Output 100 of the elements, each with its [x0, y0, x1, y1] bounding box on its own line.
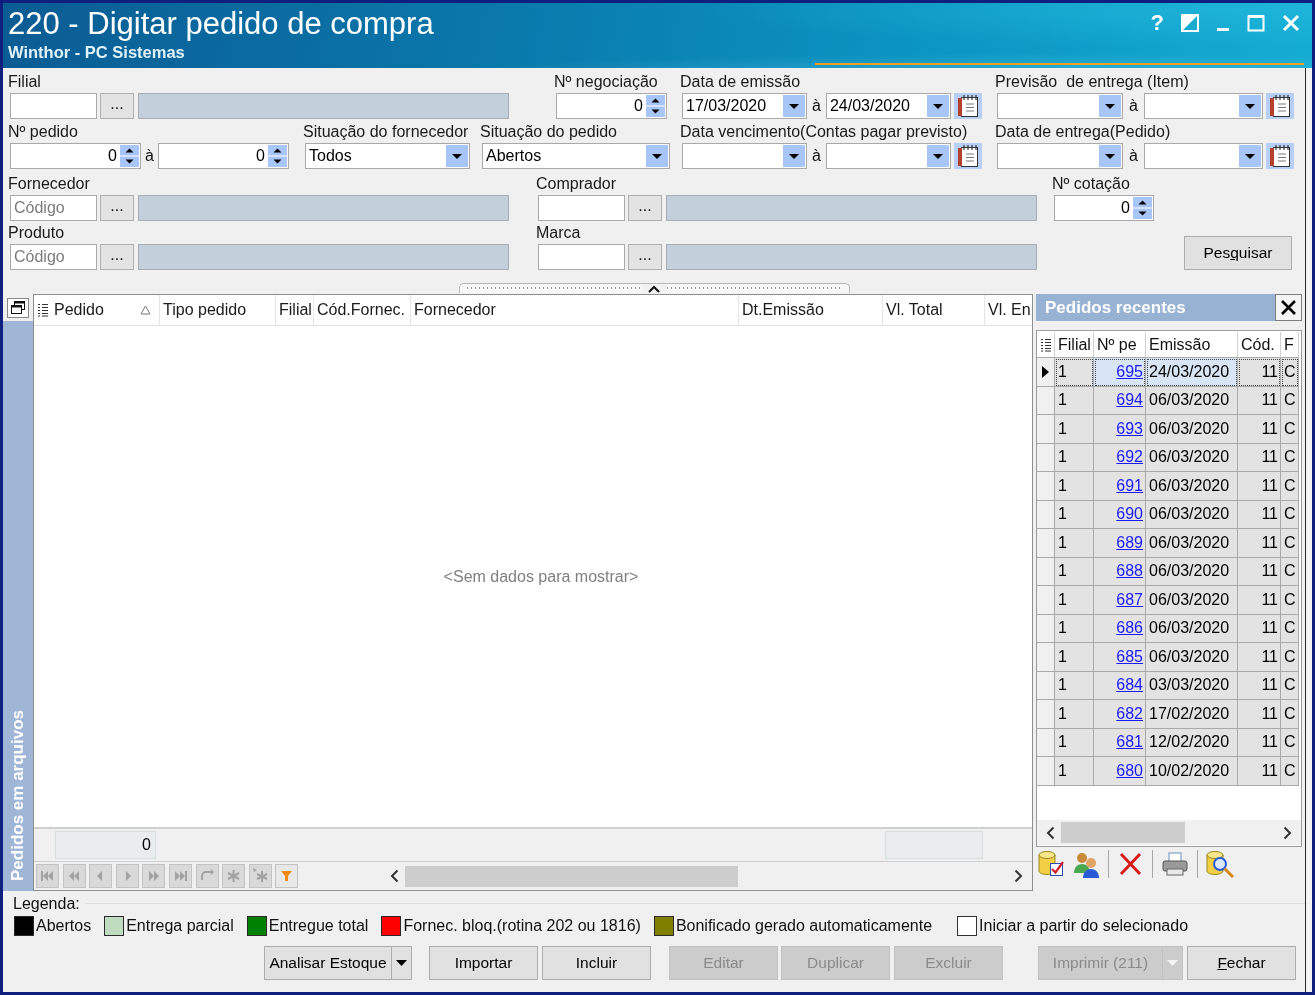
order-link[interactable]: 695 [1116, 362, 1143, 381]
search-button[interactable]: Pesquisar [1184, 236, 1292, 270]
code-field[interactable] [10, 93, 97, 119]
order-link[interactable]: 685 [1116, 647, 1143, 666]
row-indicator[interactable] [1037, 358, 1055, 387]
caret-down-icon[interactable] [1238, 145, 1261, 167]
database-search-icon[interactable] [1206, 850, 1235, 878]
chevron-right-icon[interactable] [1014, 869, 1023, 883]
calendar-icon[interactable] [1265, 93, 1294, 119]
date-field[interactable]: 17/03/2020 [682, 93, 807, 119]
column-header[interactable]: Filial [1055, 332, 1094, 358]
column-header[interactable]: F [1281, 332, 1299, 358]
triangle-left-icon[interactable] [89, 864, 113, 888]
column-header[interactable]: Pedido [51, 295, 160, 325]
order-link[interactable]: 680 [1116, 761, 1143, 780]
column-header[interactable]: Filial [276, 295, 314, 325]
contrast-icon[interactable] [1181, 14, 1199, 32]
code-field[interactable] [538, 244, 625, 270]
date-field[interactable] [682, 143, 807, 169]
column-header[interactable]: Cód.Fornec. [314, 295, 411, 325]
column-list-icon[interactable] [1040, 337, 1051, 352]
column-list-icon[interactable] [37, 303, 48, 317]
splitter-handle[interactable] [458, 283, 850, 293]
lookup-button[interactable]: ... [628, 195, 662, 221]
date-field[interactable] [825, 143, 951, 169]
column-header[interactable]: Vl. En [985, 295, 1032, 325]
order-link[interactable]: 691 [1116, 476, 1143, 495]
column-header[interactable]: Cód. [1238, 332, 1281, 358]
checkbox-label[interactable]: Iniciar a partir do selecionado [979, 916, 1189, 935]
date-field[interactable] [997, 93, 1123, 119]
maximize-icon[interactable] [1247, 14, 1265, 32]
code-field[interactable] [538, 195, 625, 221]
double-left-icon[interactable] [62, 864, 86, 888]
dropdown-button[interactable] [392, 945, 412, 980]
order-link[interactable]: 690 [1116, 505, 1143, 524]
scrollbar-thumb[interactable] [1061, 822, 1185, 843]
order-link[interactable]: 682 [1116, 704, 1143, 723]
order-link[interactable]: 681 [1116, 733, 1143, 752]
column-header[interactable]: Nº pe [1094, 332, 1146, 358]
date-field[interactable]: 24/03/2020 [825, 93, 951, 119]
caret-down-icon[interactable] [783, 145, 805, 167]
triangle-right-icon[interactable] [115, 864, 139, 888]
spin-field[interactable]: 0 [10, 143, 141, 169]
spin-arrows-icon[interactable] [1133, 197, 1152, 219]
lookup-button[interactable]: ... [628, 244, 662, 270]
spin-field[interactable]: 0 [1054, 195, 1154, 221]
restore-window-icon[interactable] [7, 297, 29, 318]
code-field[interactable]: Código [10, 244, 97, 270]
chevron-left-icon[interactable] [390, 869, 399, 883]
order-link[interactable]: 688 [1116, 562, 1143, 581]
date-field[interactable] [997, 143, 1123, 169]
order-link[interactable]: 694 [1116, 391, 1143, 410]
double-right-icon[interactable] [142, 864, 166, 888]
caret-down-icon[interactable] [446, 145, 468, 167]
column-header[interactable]: Tipo pedido [160, 295, 276, 325]
action-button[interactable]: Analisar Estoque [264, 945, 392, 980]
column-header[interactable]: Dt.Emissão [739, 295, 883, 325]
lookup-button[interactable]: ... [100, 93, 134, 119]
skip-first-icon[interactable] [36, 864, 59, 888]
spin-field[interactable]: 0 [556, 93, 667, 119]
caret-down-icon[interactable] [646, 145, 668, 167]
column-header[interactable]: Fornecedor [411, 295, 739, 325]
close-icon[interactable] [1275, 294, 1302, 321]
users-icon[interactable] [1073, 850, 1100, 878]
spin-arrows-icon[interactable] [646, 95, 665, 117]
chevron-left-icon[interactable] [1046, 825, 1055, 840]
calendar-icon[interactable] [953, 143, 982, 169]
order-link[interactable]: 693 [1116, 419, 1143, 438]
refresh-icon[interactable] [195, 864, 219, 888]
database-check-icon[interactable] [1038, 850, 1065, 878]
lookup-button[interactable]: ... [100, 244, 134, 270]
caret-down-icon[interactable] [1099, 145, 1121, 167]
order-link[interactable]: 686 [1116, 619, 1143, 638]
dropdown-field[interactable]: Abertos [482, 143, 670, 169]
spin-field[interactable]: 0 [157, 143, 289, 169]
dropdown-field[interactable]: Todos [305, 143, 470, 169]
printer-icon[interactable] [1161, 850, 1189, 878]
calendar-icon[interactable] [953, 93, 982, 119]
order-link[interactable]: 689 [1116, 533, 1143, 552]
column-header[interactable]: Emissão [1146, 332, 1238, 358]
scrollbar-thumb[interactable] [405, 865, 738, 887]
checkbox[interactable] [957, 915, 978, 936]
caret-down-icon[interactable] [1099, 95, 1121, 117]
caret-down-icon[interactable] [926, 145, 949, 167]
date-field[interactable] [1143, 93, 1263, 119]
action-button[interactable]: Importar [429, 945, 538, 980]
column-header[interactable]: Vl. Total [883, 295, 985, 325]
code-field[interactable]: Código [10, 195, 97, 221]
lookup-button[interactable]: ... [100, 195, 134, 221]
filter-icon[interactable] [275, 864, 299, 888]
order-link[interactable]: 687 [1116, 590, 1143, 609]
order-link[interactable]: 692 [1116, 448, 1143, 467]
caret-down-icon[interactable] [926, 95, 949, 117]
column-header[interactable] [1037, 332, 1055, 358]
delete-icon[interactable] [1117, 850, 1144, 878]
date-field[interactable] [1143, 143, 1263, 169]
action-button[interactable]: Fechar [1187, 945, 1296, 980]
skip-last-icon[interactable] [168, 864, 192, 888]
action-button[interactable]: Incluir [542, 945, 651, 980]
chevron-right-icon[interactable] [1283, 825, 1292, 840]
